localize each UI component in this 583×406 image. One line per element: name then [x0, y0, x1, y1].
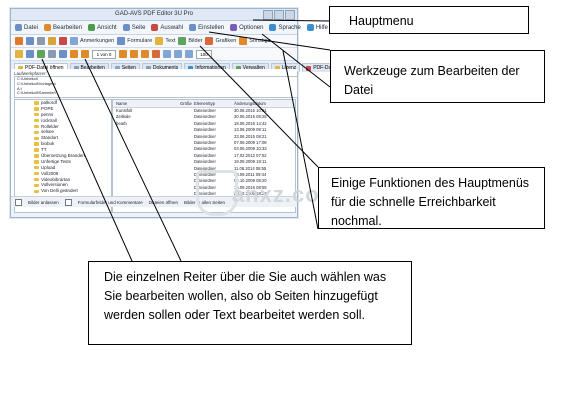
- line-hauptmenu: [252, 19, 330, 22]
- callout-funktionen: Einige Funktionen des Hauptmenüs für die…: [318, 167, 545, 229]
- line-reiter-1: [41, 58, 133, 262]
- line-werkzeuge-2: [261, 33, 331, 88]
- line-funktionen-2: [282, 50, 319, 230]
- callout-werkzeuge: Werkzeuge zum Bearbeiten der Datei: [330, 50, 545, 103]
- line-reiter-2: [84, 58, 182, 262]
- line-werkzeuge-1: [208, 31, 331, 51]
- callout-reiter: Die einzelnen Reiter über die Sie auch w…: [88, 261, 412, 345]
- callout-reiter-text: Die einzelnen Reiter über die Sie auch w…: [104, 270, 387, 322]
- callout-hauptmenu: Hauptmenu: [329, 6, 529, 34]
- callout-hauptmenu-text: Hauptmenu: [349, 14, 414, 28]
- callout-funktionen-text: Einige Funktionen des Hauptmenüs für die…: [331, 176, 530, 228]
- callout-werkzeuge-text: Werkzeuge zum Bearbeiten der Datei: [344, 64, 520, 97]
